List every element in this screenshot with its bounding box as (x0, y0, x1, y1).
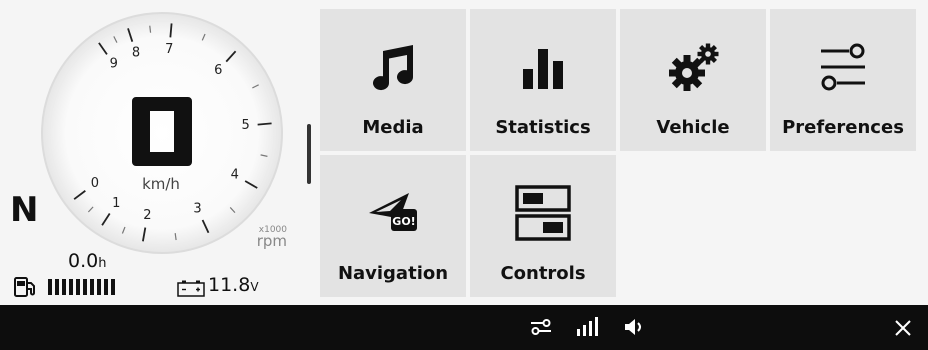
signal-icon[interactable] (576, 317, 598, 337)
rpm-unit: rpm (257, 232, 287, 250)
fuel-segment (48, 279, 52, 295)
gauge-scale-label: 8 (132, 46, 140, 61)
statistics-tile[interactable]: Statistics (470, 9, 616, 151)
bottom-status-bar (0, 305, 928, 350)
speed-unit: km/h (142, 175, 180, 193)
gears-icon (669, 43, 719, 91)
trip-unit: h (98, 256, 107, 271)
vehicle-tile[interactable]: Vehicle (620, 9, 766, 151)
go-badge-label: GO! (392, 215, 415, 228)
bar-chart-icon (523, 49, 563, 89)
fuel-segment (55, 279, 59, 295)
controls-tile[interactable]: Controls (470, 155, 616, 297)
gauge-major-tick (257, 122, 272, 126)
trip-value: 0.0 (68, 250, 99, 272)
gauge-major-tick (169, 23, 173, 38)
fuel-segment (83, 279, 87, 295)
preferences-tile[interactable]: Preferences (770, 9, 916, 151)
panel-divider-handle[interactable] (307, 124, 311, 184)
fuel-level-bar (48, 279, 115, 295)
gauge-scale-label: 4 (231, 168, 239, 183)
close-icon[interactable] (894, 319, 912, 337)
gauge-scale-label: 3 (193, 202, 201, 217)
gauge-scale-label: 6 (214, 63, 222, 78)
battery-icon (177, 280, 205, 297)
navigation-tile[interactable]: GO! Navigation (320, 155, 466, 297)
sliders-icon (821, 43, 865, 91)
volume-icon[interactable] (624, 317, 646, 337)
fuel-segment (76, 279, 80, 295)
preferences-label: Preferences (782, 117, 904, 138)
media-label: Media (362, 117, 424, 138)
navigation-label: Navigation (337, 263, 449, 284)
gear-indicator: N (10, 190, 39, 230)
gauge-scale-label: 9 (110, 57, 118, 72)
instrument-cluster: 0123456789 km/h x1000 rpm N 0.0h 11.8V (0, 0, 300, 305)
gauge-scale-label: 5 (242, 118, 250, 133)
media-tile[interactable]: Media (320, 9, 466, 151)
battery-value: 11.8 (208, 274, 251, 296)
gauge-scale-label: 7 (165, 42, 173, 57)
battery-unit: V (250, 280, 259, 294)
tachometer-gauge: 012 3456789 km/h x1000 rpm (41, 12, 287, 254)
sliders-icon[interactable] (530, 318, 552, 336)
battery-voltage: 11.8V (208, 274, 259, 296)
trip-time: 0.0h (68, 250, 106, 275)
navigation-go-icon: GO! (369, 193, 417, 231)
gauge-scale-label: 2 (143, 208, 151, 223)
fuel-segment (62, 279, 66, 295)
statistics-label: Statistics (495, 117, 591, 138)
fuel-pump-icon (14, 277, 35, 297)
fuel-segment (104, 279, 108, 295)
gauge-scale-label: 1 (112, 196, 120, 211)
fuel-segment (69, 279, 73, 295)
gauge-minor-tick (149, 25, 152, 33)
gauge-scale-label: 0 (91, 176, 99, 191)
vehicle-label: Vehicle (656, 117, 730, 138)
fuel-segment (111, 279, 115, 295)
music-note-icon (373, 45, 414, 91)
toggles-icon (515, 185, 571, 241)
controls-label: Controls (500, 263, 586, 284)
fuel-segment (90, 279, 94, 295)
fuel-segment (97, 279, 101, 295)
